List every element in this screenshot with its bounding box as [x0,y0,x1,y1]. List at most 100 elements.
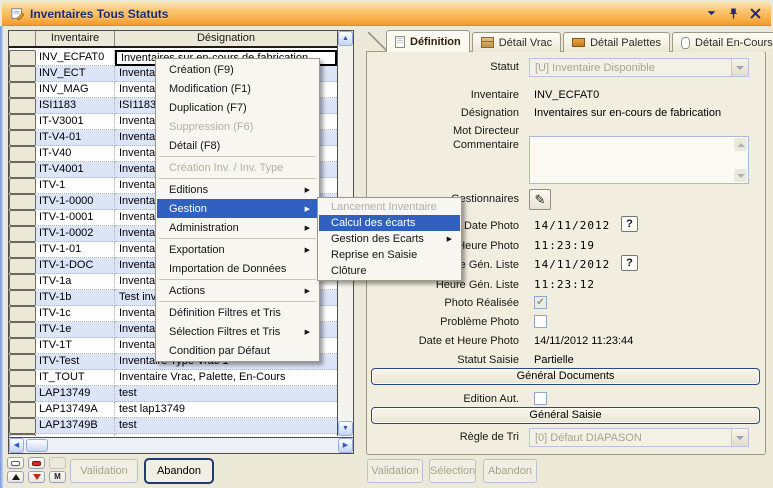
probleme-photo-checkbox[interactable] [534,315,547,328]
close-icon[interactable] [749,7,762,20]
row-selector[interactable] [9,274,36,290]
row-selector[interactable] [9,66,36,82]
menu-item[interactable]: Définition Filtres et Tris [157,303,318,322]
menu-item[interactable]: Importation de Données [157,259,318,278]
cell-inventaire[interactable]: IT_TOUT [36,370,115,386]
nav-m-button[interactable]: M [49,471,66,483]
nav-box-button[interactable] [7,457,24,469]
header-designation[interactable]: Désignation [115,31,337,46]
row-selector[interactable] [9,178,36,194]
abandon-button-left[interactable]: Abandon [144,458,214,484]
cell-inventaire[interactable]: IT-V40 [36,146,115,162]
scroll-right-button[interactable]: ▶ [338,438,353,453]
cell-designation[interactable]: Inventaire Vrac, Palette, En-Cours [115,370,337,386]
scroll-up-button[interactable]: ▲ [338,31,353,46]
general-saisie-button[interactable]: Général Saisie [371,407,760,424]
nav-red-dash-button[interactable] [28,457,45,469]
date-gen-liste-help-button[interactable]: ? [621,255,638,271]
cell-inventaire[interactable]: ITV-1 [36,178,115,194]
tab-d-tail-palettes[interactable]: Détail Palettes [563,32,670,52]
menu-item[interactable]: Modification (F1) [157,79,318,98]
row-selector[interactable] [9,434,36,436]
cell-designation[interactable]: test [115,418,337,434]
menu-item[interactable]: Gestion▶ [157,199,318,218]
row-selector[interactable] [9,226,36,242]
cell-inventaire[interactable]: ITV-1a [36,274,115,290]
cell-inventaire[interactable]: LAP13749A [36,402,115,418]
pin-icon[interactable] [727,7,740,20]
row-selector[interactable] [9,290,36,306]
gestionnaires-edit-button[interactable]: ✎ [529,189,551,210]
nav-down-button[interactable] [28,471,45,483]
table-row[interactable]: LAP13749Atest lap13749 [9,402,337,418]
commentaire-textarea[interactable] [529,136,749,184]
row-selector[interactable] [9,338,36,354]
cell-inventaire[interactable]: LAP13749B [36,418,115,434]
table-row[interactable]: IT_TOUTInventaire Vrac, Palette, En-Cour… [9,370,337,386]
menu-item[interactable]: Calcul des écarts [319,215,460,231]
row-selector[interactable] [9,354,36,370]
table-row[interactable]: LAP13749Ctest [9,434,337,436]
chevron-down-icon[interactable] [705,7,718,20]
cell-inventaire[interactable]: LAP13749 [36,386,115,402]
table-row[interactable]: LAP13749test [9,386,337,402]
row-selector[interactable] [9,114,36,130]
row-selector[interactable] [9,162,36,178]
cell-inventaire[interactable]: INV_ECT [36,66,115,82]
row-selector[interactable] [9,418,36,434]
scrollbar-thumb[interactable] [26,439,48,452]
cell-inventaire[interactable]: ITV-1-0000 [36,194,115,210]
menu-item[interactable]: Administration▶ [157,218,318,237]
cell-inventaire[interactable]: ITV-1c [36,306,115,322]
cell-inventaire[interactable]: ITV-1-DOC [36,258,115,274]
row-selector[interactable] [9,82,36,98]
horizontal-scrollbar[interactable]: ◀ ▶ [9,437,353,453]
nav-up-button[interactable] [7,471,24,483]
cell-inventaire[interactable]: IT-V4001 [36,162,115,178]
cell-designation[interactable]: test [115,434,337,436]
menu-item[interactable]: Condition par Défaut [157,341,318,360]
menu-item[interactable]: Gestion des Ecarts▶ [319,231,460,247]
cell-inventaire[interactable]: IT-V4-01 [36,130,115,146]
row-selector[interactable] [9,130,36,146]
date-photo-help-button[interactable]: ? [621,216,638,232]
row-selector[interactable] [9,386,36,402]
cell-inventaire[interactable]: ITV-1b [36,290,115,306]
menu-item[interactable]: Exportation▶ [157,240,318,259]
table-row[interactable]: LAP13749Btest [9,418,337,434]
cell-inventaire[interactable]: ITV-Test [36,354,115,370]
cell-inventaire[interactable]: IT-V3001 [36,114,115,130]
cell-inventaire[interactable]: ITV-1-0001 [36,210,115,226]
edition-aut-checkbox[interactable] [534,392,547,405]
row-selector[interactable] [9,146,36,162]
row-selector[interactable] [9,242,36,258]
cell-inventaire[interactable]: ITV-1T [36,338,115,354]
menu-item[interactable]: Détail (F8) [157,136,318,155]
row-selector[interactable] [9,306,36,322]
row-selector[interactable] [9,258,36,274]
cell-inventaire[interactable]: ITV-1e [36,322,115,338]
cell-designation[interactable]: test lap13749 [115,402,337,418]
row-selector[interactable] [9,50,36,66]
row-selector[interactable] [9,210,36,226]
menu-item[interactable]: Clôture [319,263,460,279]
menu-item[interactable]: Sélection Filtres et Tris▶ [157,322,318,341]
tab-d-tail-vrac[interactable]: Détail Vrac [472,32,561,52]
tab-d-finition[interactable]: Définition [386,30,470,52]
row-selector[interactable] [9,194,36,210]
cell-inventaire[interactable]: LAP13749C [36,434,115,436]
row-selector[interactable] [9,98,36,114]
scroll-left-button[interactable]: ◀ [9,438,24,453]
cell-designation[interactable]: test [115,386,337,402]
tab-d-tail-en-cours[interactable]: Détail En-Cours [672,32,773,52]
menu-item[interactable]: Actions▶ [157,281,318,300]
scroll-down-button[interactable]: ▼ [338,421,353,436]
row-selector[interactable] [9,370,36,386]
menu-item[interactable]: Duplication (F7) [157,98,318,117]
cell-inventaire[interactable]: ITV-1-0002 [36,226,115,242]
row-selector[interactable] [9,402,36,418]
cell-inventaire[interactable]: ITV-1-01 [36,242,115,258]
header-inventaire[interactable]: Inventaire [36,31,115,46]
row-selector[interactable] [9,322,36,338]
cell-inventaire[interactable]: INV_MAG [36,82,115,98]
